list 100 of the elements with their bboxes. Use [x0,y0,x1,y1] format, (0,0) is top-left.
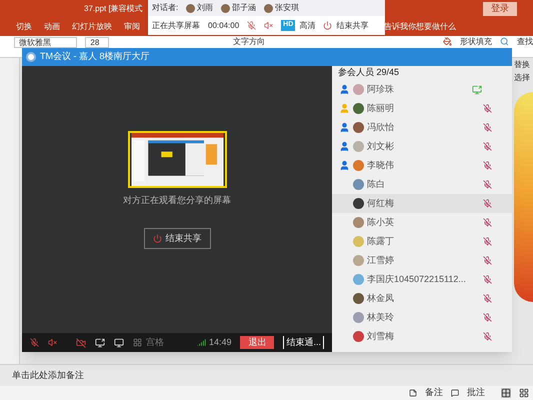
participant-row[interactable]: 何红梅 [332,194,512,213]
signal-icon [196,338,206,347]
power-icon [152,234,162,243]
avatar-icon [353,84,364,95]
avatar-icon [353,122,364,133]
end-share-button[interactable]: 结束共享 [323,20,368,32]
speaker-off-icon[interactable] [48,338,57,347]
mic-off-icon [483,256,492,265]
screen-share-icon [472,84,482,94]
share-caption: 对方正在观看您分享的屏幕 [123,194,231,207]
participant-name: 林美玲 [367,310,394,324]
ribbon-tab[interactable]: 幻灯片放映 [72,21,112,33]
avatar-icon [353,331,364,342]
mic-off-icon[interactable] [30,338,39,347]
speaker-name: 张安琪 [275,2,300,14]
comments-button[interactable]: 批注 [467,386,485,400]
mic-off-icon [483,142,492,151]
mic-off-icon [483,161,492,170]
participant-row[interactable]: 李晓伟 [332,156,512,175]
mic-off-icon [483,104,492,113]
speaker-name: 刘雨 [197,2,214,14]
participant-row[interactable]: 林美玲 [332,308,512,327]
participant-row[interactable]: 刘文彬 [332,137,512,156]
font-field[interactable]: 微软雅黑 [14,37,78,48]
participant-name: 刘雪梅 [367,330,394,343]
avatar-icon [353,198,364,209]
participant-row[interactable]: 刘雪梅 [332,327,512,346]
participant-row[interactable]: 冯欣怡 [332,118,512,137]
sorter-view-icon[interactable] [519,388,529,398]
share-timer: 00:04:00 [208,20,240,32]
search-icon [500,37,509,46]
participant-name: 林金凤 [367,292,394,305]
avatar-icon [353,274,364,285]
avatar-icon [353,217,364,228]
participant-name: 陈小英 [367,216,394,229]
participant-name: 陈露丁 [367,234,394,248]
ribbon-tab[interactable]: 审阅 [124,21,140,33]
ribbon-tab[interactable]: 切换 [16,21,32,33]
avatar-icon [353,293,364,304]
screen-share-icon[interactable] [95,338,105,348]
participant-row[interactable]: 陈小英 [332,213,512,232]
font-size-field[interactable]: 28 [85,37,110,48]
comment-icon [451,389,459,397]
avatar-icon [353,103,364,114]
speaker-label: 对话者: [152,2,178,14]
avatar-icon [353,179,364,190]
notes-button[interactable]: 备注 [425,386,443,400]
participant-row[interactable]: 林金凤 [332,289,512,308]
ribbon-tab[interactable]: 动画 [44,21,60,33]
replace-button[interactable]: 替换 [514,60,533,69]
mic-off-icon [483,218,492,227]
avatar-icon [264,4,274,12]
avatar-icon [353,141,364,152]
notes-placeholder[interactable]: 单击此处添加备注 [12,368,84,382]
mic-off-icon [483,332,492,341]
end-share-button[interactable]: 结束共享 [144,228,210,249]
participant-row[interactable]: 李国庆1045072215112... [332,270,512,289]
normal-view-icon[interactable] [501,388,511,398]
window-title: TM会议 - 嘉人 8楼南厅大厅 [40,50,150,64]
participant-name: 李国庆1045072215112... [367,272,466,286]
select-button[interactable]: 选择 [514,73,533,82]
monitor-icon[interactable] [114,338,124,348]
speaker-off-icon[interactable] [264,21,274,30]
power-icon [323,21,332,30]
login-button[interactable]: 登录 [483,2,517,16]
mic-off-icon [483,313,492,322]
avatar-icon [221,4,230,12]
participant-row[interactable]: 陈白 [332,175,512,194]
app-logo-icon [26,52,36,62]
participant-row[interactable]: 江雪婷 [332,251,512,270]
participant-name: 陈白 [367,178,385,191]
participant-name: 江雪婷 [367,254,394,267]
participant-row[interactable]: 阿珍珠 [332,80,512,99]
participant-name: 阿珍珠 [367,82,394,96]
participant-row[interactable]: 陈丽明 [332,99,512,118]
mic-off-icon [483,180,492,189]
participant-name: 何红梅 [367,196,394,210]
mic-off-icon [483,237,492,246]
participant-row[interactable]: 陈露丁 [332,232,512,251]
leave-button[interactable]: 退出 [240,336,274,349]
end-call-button[interactable]: 结束通... [283,336,324,349]
participant-name: 冯欣怡 [367,120,394,134]
find-button[interactable]: 查找 [517,37,533,46]
avatar-icon [353,312,364,323]
text-direction-button[interactable]: 文字方向 [233,37,266,46]
grid-icon [133,338,142,347]
mic-off-icon [483,199,492,208]
call-time: 14:49 [208,336,232,349]
shape-fill-button[interactable]: 形状填充 [460,37,492,46]
avatar-icon [186,4,196,12]
avatar-icon [353,236,364,247]
avatar-icon [353,255,364,266]
camera-off-icon[interactable] [76,338,86,348]
participant-count: 参会人员 29/45 [337,66,400,80]
grid-view-button[interactable]: 宫格 [133,336,164,350]
mic-off-icon [483,275,492,284]
mic-off-icon[interactable] [247,21,256,30]
mic-off-icon [483,294,492,303]
hd-label[interactable]: 高清 [299,20,316,32]
window-title: 37.ppt [兼容模式 [84,3,143,15]
